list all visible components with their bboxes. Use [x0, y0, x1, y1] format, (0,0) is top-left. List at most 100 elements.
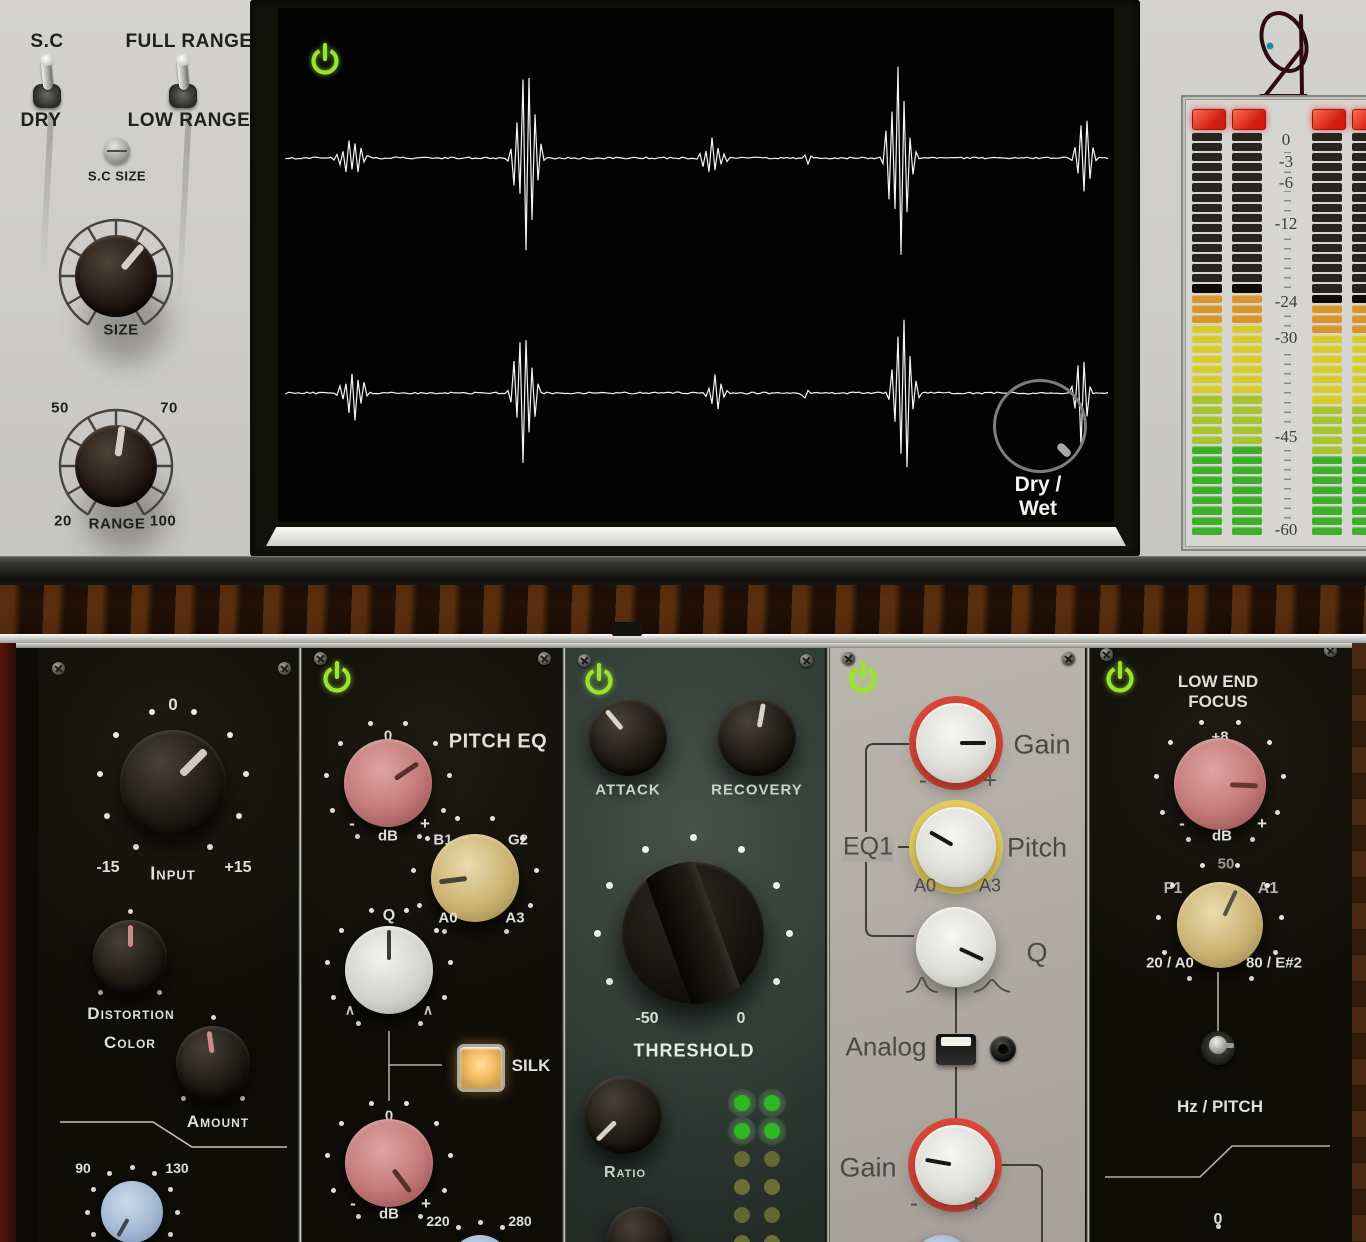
eq-gain-unit: dB — [378, 828, 398, 845]
meter-scale: 0-3-6-12-24-30-45-60 — [1262, 0, 1310, 556]
freq-220-label: 220 — [426, 1213, 449, 1229]
sc-size-label: S.C SIZE — [88, 169, 146, 184]
clip-led — [1352, 109, 1366, 130]
meter-scale-label: -12 — [1262, 215, 1310, 232]
gr-led — [734, 1235, 750, 1242]
gr-led — [764, 1095, 780, 1111]
low-end-title-1: LOW END — [1178, 672, 1258, 692]
le-gain-minus: - — [1179, 814, 1185, 834]
low-end-power-icon[interactable] — [1101, 658, 1141, 698]
threshold-knob[interactable] — [622, 862, 764, 1004]
screw — [278, 662, 291, 675]
clip-led — [1312, 109, 1346, 130]
le-80-e2: 80 / E#2 — [1246, 955, 1302, 972]
analog-led-jack — [990, 1036, 1016, 1062]
gr-led — [764, 1123, 780, 1139]
amount-knob[interactable] — [176, 1026, 250, 1100]
meter-scale-label: -3 — [1262, 153, 1310, 170]
silk-button[interactable] — [457, 1044, 505, 1092]
comp-bottom-knob[interactable] — [607, 1207, 673, 1242]
q-wide-glyph: ∧ — [423, 1002, 433, 1019]
chassis-bevel — [0, 556, 1366, 586]
module-divider — [1085, 648, 1090, 1242]
clip-led — [1192, 109, 1226, 130]
range-knob[interactable] — [75, 425, 157, 507]
input-knob-zero: 0 — [168, 695, 177, 715]
screw — [538, 652, 551, 665]
freq-280-label: 280 — [508, 1213, 531, 1229]
dry-wet-knob[interactable] — [993, 379, 1087, 473]
range-toggle[interactable] — [166, 66, 200, 114]
module-divider — [561, 648, 566, 1242]
ae-q-knob[interactable] — [916, 907, 996, 987]
wood-trim — [0, 585, 1366, 634]
hpf-freq-knob[interactable] — [101, 1181, 163, 1242]
meter-scale-label: -45 — [1262, 428, 1310, 445]
recovery-label: RECOVERY — [711, 782, 803, 799]
le-20-a0: 20 / A0 — [1146, 955, 1194, 972]
input-min-label: -15 — [96, 859, 119, 877]
screw — [800, 654, 813, 667]
display-bottom-trim — [266, 527, 1126, 546]
module-divider — [825, 648, 830, 1242]
q-label: Q — [383, 907, 395, 925]
pitch-eq-power-icon[interactable] — [318, 658, 358, 698]
threshold-max: 0 — [737, 1010, 746, 1028]
color-label: Color — [104, 1033, 156, 1053]
gr-led — [734, 1207, 750, 1223]
module-pitch-eq: PITCH EQ 0 - + dB B1 G2 A0 A3 Q ∧ ∧ SILK… — [302, 648, 564, 1242]
q-narrow-glyph: ∧ — [345, 1002, 355, 1019]
eq1-label: EQ1 — [843, 833, 893, 862]
threshold-min: -50 — [635, 1010, 658, 1028]
sc-dry-toggle[interactable] — [30, 66, 64, 114]
attack-knob[interactable] — [589, 698, 667, 776]
size-knob[interactable] — [75, 235, 157, 317]
le-gain-unit: dB — [1212, 828, 1232, 845]
le-freq-hint: 50 — [1218, 856, 1235, 873]
gr-led — [734, 1123, 750, 1139]
module-input-distortion: 0 -15 Input +15 Distortion Color Amount … — [38, 648, 300, 1242]
input-max-label: +15 — [224, 859, 251, 877]
meter-column — [1312, 133, 1342, 535]
attack-label: ATTACK — [595, 782, 660, 799]
eq-freq-knob[interactable] — [449, 1235, 511, 1242]
ae-gain2-minus: - — [910, 1190, 918, 1218]
eq-gain2-knob[interactable] — [345, 1119, 433, 1207]
sc-size-screw[interactable] — [104, 138, 130, 164]
top-panel: S.C FULL RANGE DRY LOW RANGE S.C SIZE SI… — [0, 0, 1366, 558]
analog-label: Analog — [846, 1032, 927, 1063]
le-gain-knob[interactable] — [1174, 738, 1266, 830]
dry-label: DRY — [21, 110, 62, 132]
le-gain-plus: + — [1257, 814, 1267, 834]
ae-bottom-knob[interactable] — [913, 1235, 971, 1242]
eq-gain-knob[interactable] — [344, 739, 432, 827]
analog-eq-power-icon[interactable] — [844, 658, 884, 698]
low-shelf-curve — [1090, 1128, 1352, 1188]
compressor-power-icon[interactable] — [580, 660, 620, 700]
display-power-icon[interactable] — [306, 40, 346, 80]
rail-notch — [612, 622, 642, 636]
pitch-a3: A3 — [505, 910, 524, 927]
eq-q-knob[interactable] — [345, 926, 433, 1014]
input-knob[interactable] — [120, 730, 226, 836]
range-tick-20: 20 — [54, 513, 72, 530]
distortion-color-knob[interactable] — [93, 920, 167, 994]
threshold-knob-wedge — [643, 862, 743, 1004]
meter-scale-label: -6 — [1262, 174, 1310, 191]
meter-column — [1192, 133, 1222, 535]
dry-wet-label: Dry / Wet — [1000, 473, 1076, 521]
silk-label: SILK — [512, 1056, 551, 1076]
ratio-knob[interactable] — [584, 1076, 662, 1154]
clip-led — [1232, 109, 1266, 130]
hz-pitch-toggle[interactable] — [1201, 1031, 1235, 1065]
pitch-a0: A0 — [438, 910, 457, 927]
recovery-knob[interactable] — [718, 698, 796, 776]
plugin-window: S.C FULL RANGE DRY LOW RANGE S.C SIZE SI… — [0, 0, 1366, 1242]
threshold-label: THRESHOLD — [634, 1041, 755, 1062]
module-low-end-focus: LOW END FOCUS +8 - + dB 50 F1 A1 20 / A0… — [1090, 648, 1352, 1242]
ae-pitch-a0: A0 — [914, 876, 936, 897]
eq-gain2-unit: dB — [379, 1206, 399, 1223]
analog-switch[interactable] — [936, 1034, 976, 1065]
ae-q-label: Q — [1026, 938, 1047, 969]
screw — [52, 662, 65, 675]
